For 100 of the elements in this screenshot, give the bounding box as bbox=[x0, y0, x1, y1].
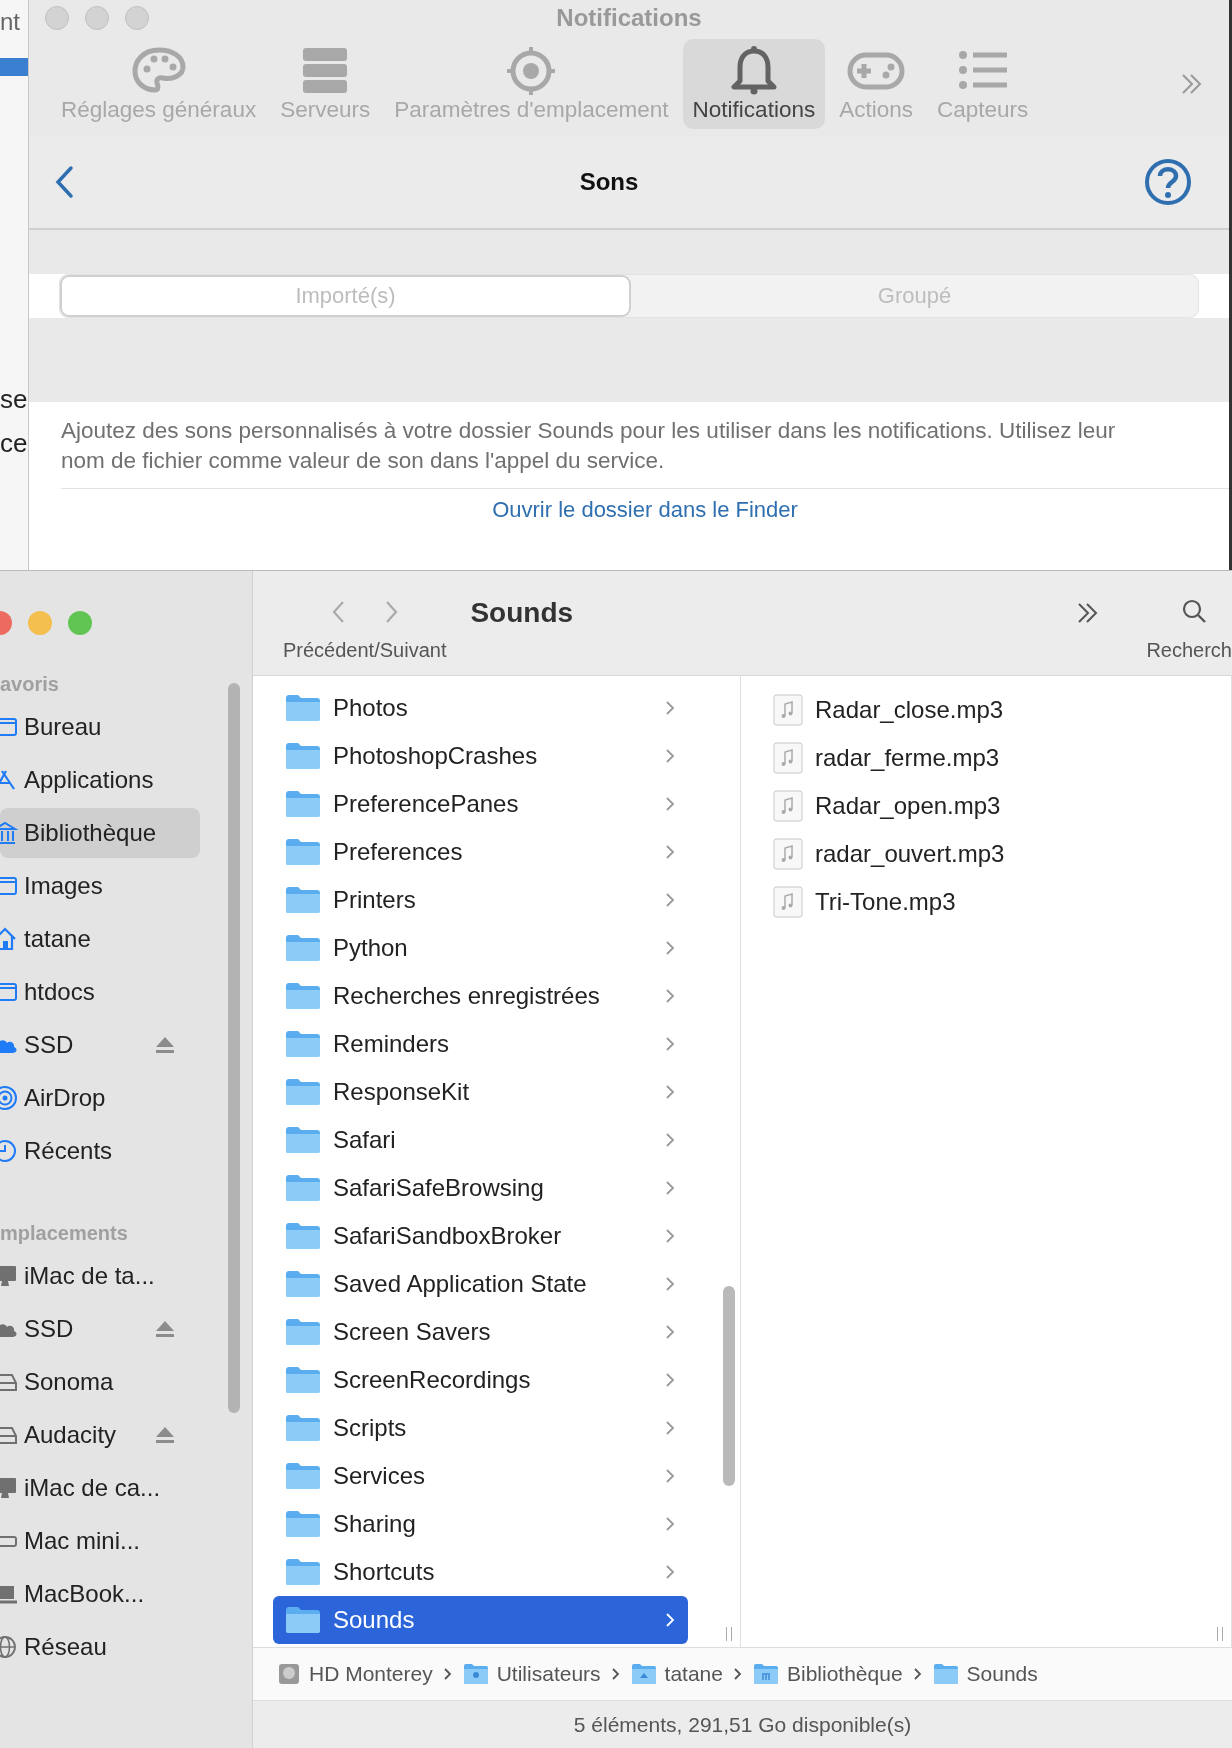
folder-row[interactable]: Preferences bbox=[273, 828, 688, 876]
chevron-icon bbox=[664, 748, 676, 764]
sidebar-item[interactable]: iMac de ca... bbox=[0, 1463, 200, 1513]
zoom-button[interactable] bbox=[125, 6, 149, 30]
help-icon[interactable] bbox=[1143, 157, 1193, 207]
close-button[interactable] bbox=[45, 6, 69, 30]
sidebar-item[interactable]: MacBook... bbox=[0, 1569, 200, 1619]
home-folder-icon bbox=[630, 1663, 657, 1685]
audio-file-icon bbox=[773, 838, 803, 870]
folder-row[interactable]: Recherches enregistrées bbox=[273, 972, 688, 1020]
folder-icon bbox=[285, 1078, 321, 1106]
minimize-button[interactable] bbox=[85, 6, 109, 30]
chevron-icon bbox=[664, 1612, 676, 1628]
folder-row[interactable]: Scripts bbox=[273, 1404, 688, 1452]
folder-row[interactable]: Saved Application State bbox=[273, 1260, 688, 1308]
path-item[interactable]: HD Monterey bbox=[277, 1662, 433, 1686]
folder-row[interactable]: Shortcuts bbox=[273, 1548, 688, 1596]
folder-row[interactable]: PhotoshopCrashes bbox=[273, 732, 688, 780]
path-item[interactable]: tatane bbox=[630, 1662, 723, 1686]
folder-row[interactable]: SafariSafeBrowsing bbox=[273, 1164, 688, 1212]
sidebar-item[interactable]: Réseau bbox=[0, 1622, 200, 1672]
chevron-icon bbox=[664, 940, 676, 956]
eject-icon[interactable] bbox=[154, 1035, 176, 1055]
chevron-icon bbox=[664, 844, 676, 860]
sidebar-item[interactable]: SSD bbox=[0, 1304, 200, 1354]
folder-row[interactable]: Services bbox=[273, 1452, 688, 1500]
sidebar-item[interactable]: Mac mini... bbox=[0, 1516, 200, 1566]
sidebar-item[interactable]: Bibliothèque bbox=[0, 808, 200, 858]
chevron-icon bbox=[664, 1372, 676, 1388]
sidebar-item[interactable]: Audacity bbox=[0, 1410, 200, 1460]
folder-row[interactable]: Python bbox=[273, 924, 688, 972]
path-item[interactable]: Utilisateurs bbox=[462, 1662, 601, 1686]
scrollbar[interactable] bbox=[228, 683, 240, 1413]
sidebar-item[interactable]: SSD bbox=[0, 1020, 200, 1070]
folder-row[interactable]: ResponseKit bbox=[273, 1068, 688, 1116]
toolbar-label: Recherch bbox=[1146, 638, 1232, 662]
minimize-button[interactable] bbox=[28, 611, 52, 635]
eject-icon[interactable] bbox=[154, 1319, 176, 1339]
chevron-icon bbox=[664, 1132, 676, 1148]
folder-icon bbox=[285, 1270, 321, 1298]
sidebar-item[interactable]: htdocs bbox=[0, 967, 200, 1017]
folder-icon bbox=[285, 1174, 321, 1202]
chevron-icon bbox=[732, 1667, 743, 1681]
column-resize-handle[interactable] bbox=[726, 1627, 732, 1641]
folder-icon bbox=[285, 1606, 321, 1634]
folder-row[interactable]: Reminders bbox=[273, 1020, 688, 1068]
folder-row[interactable]: Screen Savers bbox=[273, 1308, 688, 1356]
library-folder-icon bbox=[752, 1663, 779, 1685]
folder-row[interactable]: Sounds bbox=[273, 1596, 688, 1644]
sidebar-item[interactable]: Sonoma bbox=[0, 1357, 200, 1407]
folder-icon bbox=[285, 694, 321, 722]
folder-icon bbox=[285, 1414, 321, 1442]
toolbar-tab[interactable]: Notifications bbox=[682, 39, 826, 129]
folder-row[interactable]: Printers bbox=[273, 876, 688, 924]
chevron-icon bbox=[664, 1228, 676, 1244]
sidebar-item[interactable]: Images bbox=[0, 861, 200, 911]
window-title: Sounds bbox=[470, 597, 574, 629]
sidebar-item[interactable]: Bureau bbox=[0, 702, 200, 752]
file-row[interactable]: radar_ouvert.mp3 bbox=[741, 830, 1231, 878]
folder-icon bbox=[285, 982, 321, 1010]
scrollbar[interactable] bbox=[723, 1286, 735, 1486]
sidebar-item[interactable]: iMac de ta... bbox=[0, 1251, 200, 1301]
back-icon[interactable] bbox=[53, 165, 75, 199]
window-text: ce bbox=[0, 428, 28, 459]
zoom-button[interactable] bbox=[68, 611, 92, 635]
audio-file-icon bbox=[773, 886, 803, 918]
folder-row[interactable]: Sharing bbox=[273, 1500, 688, 1548]
sidebar-item[interactable]: tatane bbox=[0, 914, 200, 964]
chevron-icon bbox=[610, 1667, 621, 1681]
sidebar-item[interactable]: Applications bbox=[0, 755, 200, 805]
folder-row[interactable]: ScreenRecordings bbox=[273, 1356, 688, 1404]
chevron-icon bbox=[664, 1324, 676, 1340]
chevron-icon bbox=[664, 1564, 676, 1580]
column-resize-handle[interactable] bbox=[1217, 1627, 1223, 1641]
folder-icon bbox=[932, 1663, 959, 1685]
file-row[interactable]: radar_ferme.mp3 bbox=[741, 734, 1231, 782]
page-title: Sons bbox=[579, 168, 639, 196]
folder-row[interactable]: PreferencePanes bbox=[273, 780, 688, 828]
path-item[interactable]: Bibliothèque bbox=[752, 1662, 903, 1686]
folder-icon bbox=[285, 790, 321, 818]
window-text: se bbox=[0, 384, 28, 415]
folder-row[interactable]: Safari bbox=[273, 1116, 688, 1164]
chevron-icon bbox=[912, 1667, 923, 1681]
file-row[interactable]: Tri-Tone.mp3 bbox=[741, 878, 1231, 926]
folder-icon bbox=[285, 838, 321, 866]
file-row[interactable]: Radar_open.mp3 bbox=[741, 782, 1231, 830]
folder-row[interactable]: SafariSandboxBroker bbox=[273, 1212, 688, 1260]
open-folder-link[interactable]: Ouvrir le dossier dans le Finder bbox=[492, 497, 798, 522]
path-item[interactable]: Sounds bbox=[932, 1662, 1038, 1686]
sidebar-item[interactable]: Récents bbox=[0, 1126, 200, 1176]
folder-icon bbox=[285, 1366, 321, 1394]
file-row[interactable]: Radar_close.mp3 bbox=[741, 686, 1231, 734]
folder-icon bbox=[285, 934, 321, 962]
audio-file-icon bbox=[773, 694, 803, 726]
folder-row[interactable]: Photos bbox=[273, 684, 688, 732]
eject-icon[interactable] bbox=[154, 1425, 176, 1445]
user-folder-icon bbox=[462, 1663, 489, 1685]
folder-icon bbox=[285, 1030, 321, 1058]
folder-icon bbox=[285, 1222, 321, 1250]
sidebar-item[interactable]: AirDrop bbox=[0, 1073, 200, 1123]
